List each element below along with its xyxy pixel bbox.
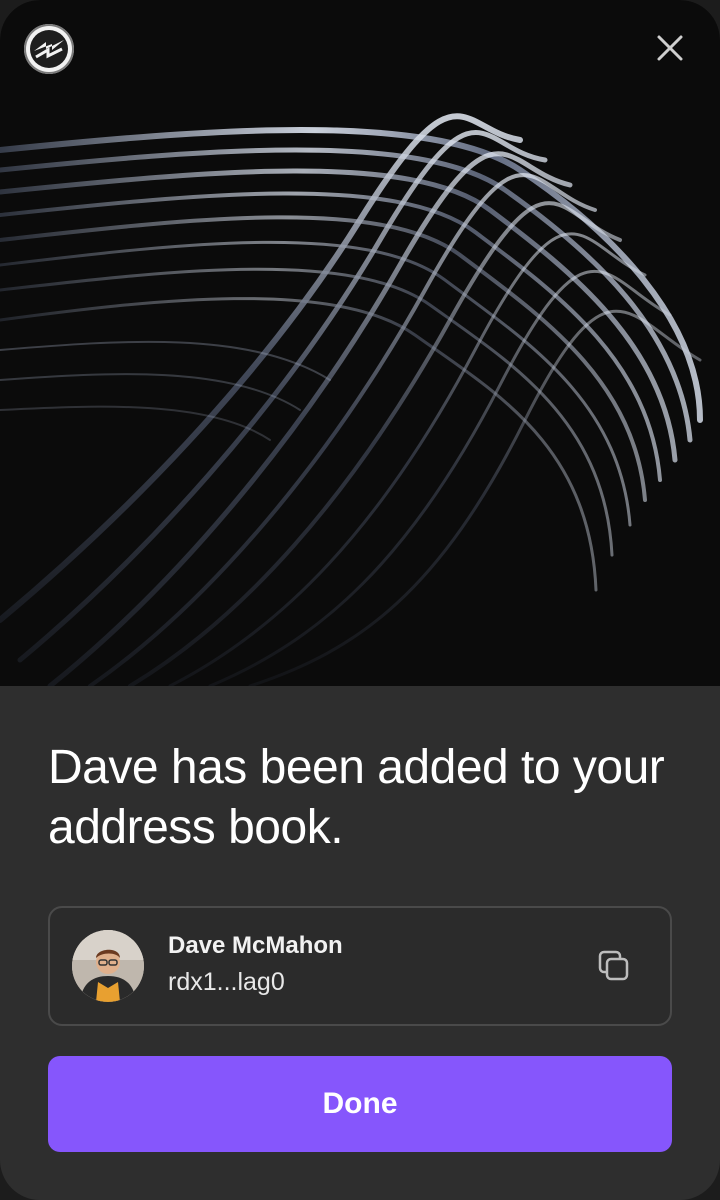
contact-card: Dave McMahon rdx1...lag0: [48, 906, 672, 1026]
contact-name: Dave McMahon: [168, 932, 343, 959]
success-message: Dave has been added to your address book…: [48, 741, 665, 854]
dialog-content: Dave has been added to your address book…: [48, 686, 672, 1152]
copy-icon[interactable]: [594, 946, 634, 986]
contact-avatar: [72, 930, 144, 1002]
abstract-ribbon-graphic: [0, 113, 703, 686]
hero-artwork: [0, 0, 720, 686]
radix-logo-icon: [24, 24, 74, 74]
contact-address: rdx1...lag0: [168, 968, 285, 996]
done-button[interactable]: Done: [48, 1056, 672, 1152]
close-icon[interactable]: [650, 28, 690, 68]
success-dialog: Dave has been added to your address book…: [0, 0, 720, 1200]
